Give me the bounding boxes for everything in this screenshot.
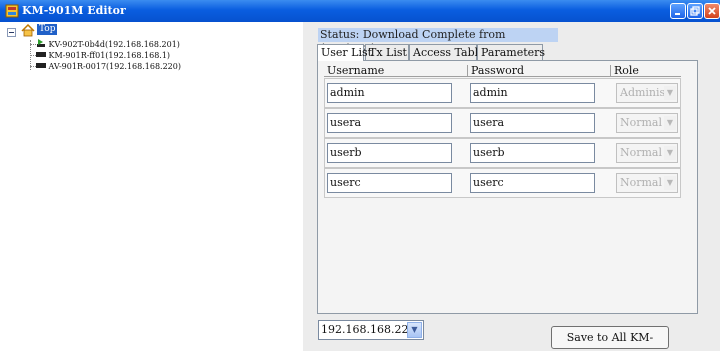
role-select: Normal U ▼ [616,173,678,193]
title-bar: KM-901M Editor [0,0,720,22]
password-field[interactable]: userc [470,173,595,193]
chevron-down-icon: ▼ [664,146,676,160]
table-header: Username Password Role [324,65,681,77]
user-list-panel: Username Password Role admin admin Admin… [317,60,698,314]
status-bar: Status: Download Complete from 192.168.1… [318,28,558,55]
column-separator [610,65,611,77]
tree-item-label: KV-902T-0b4d(192.168.168.201) [48,40,180,49]
tree-item-label: AV-901R-0017(192.168.168.220) [48,62,181,71]
green-arrow-device-icon [37,39,45,47]
minimize-icon [675,13,680,15]
editor-panel: Status: Download Complete from 192.168.1… [303,22,720,351]
close-button[interactable] [704,3,720,19]
tree-collapse-toggle[interactable] [7,28,16,37]
black-device-icon [36,52,46,57]
password-field[interactable]: admin [470,83,595,103]
column-separator [467,65,468,77]
chevron-down-icon[interactable]: ▼ [407,322,422,338]
role-select: Administr ▼ [616,83,678,103]
ip-select[interactable]: 192.168.168.220 ▼ [318,320,424,340]
tree-root-top[interactable]: Top [37,24,58,35]
home-icon [21,24,35,37]
table-row: userb userb Normal U ▼ [324,138,681,168]
chevron-down-icon: ▼ [664,116,676,130]
password-field[interactable]: userb [470,143,595,163]
device-tree: Top KV-902T-0b4d(192.168.168.201) KM-901… [0,22,303,351]
save-to-all-button[interactable]: Save to All KM-901M [551,326,669,349]
password-field[interactable]: usera [470,113,595,133]
chevron-down-icon: ▼ [664,86,676,100]
tree-item-label: KM-901R-ff01(192.168.168.1) [48,51,171,60]
role-select: Normal U ▼ [616,113,678,133]
username-field[interactable]: userb [327,143,452,163]
tab-parameters[interactable]: Parameters [477,44,545,60]
chevron-down-icon: ▼ [664,176,676,190]
tab-user-list[interactable]: User List [317,44,372,61]
username-field[interactable]: userc [327,173,452,193]
tree-item-av-901r[interactable]: AV-901R-0017(192.168.168.220) [36,60,181,72]
ip-select-value: 192.168.168.220 [321,323,416,336]
minimize-button[interactable] [670,3,686,19]
black-device-icon [36,63,46,68]
tab-access-table[interactable]: Access Table [409,44,485,60]
column-header-password: Password [471,64,525,77]
table-row: userc userc Normal U ▼ [324,168,681,198]
role-select: Normal U ▼ [616,143,678,163]
restore-icon [690,6,700,16]
table-row: usera usera Normal U ▼ [324,108,681,138]
app-icon [5,4,19,18]
table-row: admin admin Administr ▼ [324,78,681,108]
column-header-username: Username [327,64,385,77]
restore-button[interactable] [687,3,703,19]
username-field[interactable]: usera [327,113,452,133]
close-icon [708,7,716,15]
username-field[interactable]: admin [327,83,452,103]
column-header-role: Role [614,64,639,77]
window-title: KM-901M Editor [22,4,126,17]
